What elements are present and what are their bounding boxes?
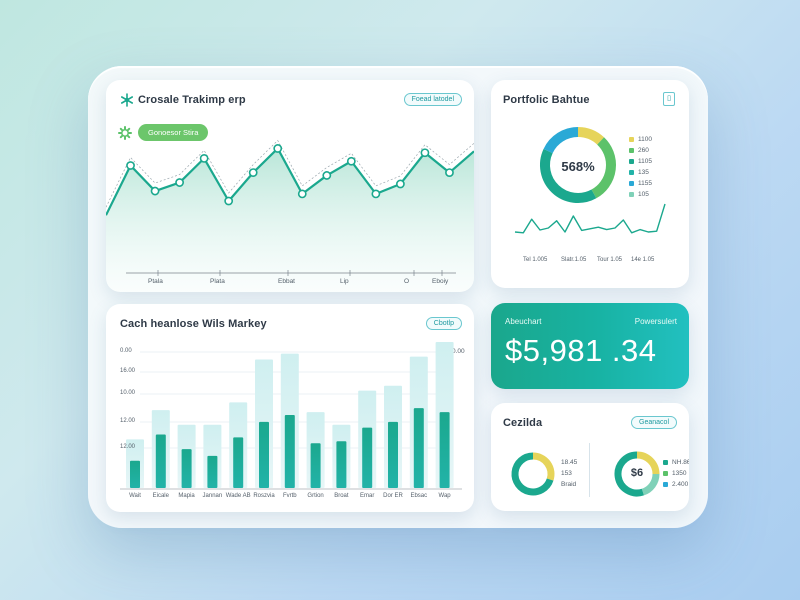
bar-x-tick-label: Grtion [307,493,324,499]
legend-swatch [663,459,668,465]
portfolio-spark-line [514,203,666,234]
trading-data-point[interactable] [248,168,258,177]
bar[interactable] [207,455,218,488]
trading-data-point[interactable] [322,171,332,180]
bar[interactable] [388,421,398,488]
trading-chart-card: Crosale Trakimp erp Foead latodel Gonoes… [106,80,474,292]
bar-x-tick-label: Wap [438,493,451,499]
trading-x-tick-label: Lip [340,278,349,285]
bar-y-tick-label: 16.00 [120,368,136,374]
trading-data-point[interactable] [224,196,234,206]
left-donut-legend-label: 153 [561,470,572,477]
trading-x-tick-label: Plata [210,278,225,285]
bar-x-tick-label: Ebsac [410,493,428,499]
bar[interactable] [362,427,373,488]
bar[interactable] [181,449,192,488]
legend-label: 1350 [672,470,687,477]
trading-data-point[interactable] [371,189,381,199]
bar-x-tick-label: Wait [129,493,141,499]
bar-y-tick-label: 0.00 [120,348,132,354]
bar-x-tick-label: Jannan [202,493,223,499]
trading-data-point[interactable] [175,178,184,187]
divider [589,443,590,497]
trading-data-point[interactable] [346,156,356,166]
legend-label: 2.400 [672,481,689,488]
trading-x-tick-label: Ebbat [278,278,295,285]
right-donut-legend-item: 2.400 [663,481,688,488]
bar[interactable] [439,412,450,488]
bar-x-tick-label: Broat [334,493,349,499]
portfolio-x-tick-label: Tel 1.005 [523,257,548,263]
cezilda-card: Cezilda Geanacol 18.45 153 Braid $6 NH.86 1… [491,403,689,511]
legend-swatch [663,481,668,487]
bar-x-tick-label: Fvrtb [282,493,297,499]
trading-x-tick-label: Ptala [148,278,163,285]
portfolio-x-tick-label: Tour 1.05 [597,257,623,263]
balance-amount: $5,981 .34 [505,333,657,368]
bar[interactable] [155,434,166,488]
bar-x-tick-label: Roszvia [253,493,275,499]
market-bar-chart [120,342,462,490]
bar-y-tick-label: 12.00 [120,418,136,424]
trading-data-point[interactable] [445,168,454,177]
market-bar-card: Cach heanlose Wils Markey Cbotlp 0.00 0.… [106,304,474,512]
balance-label: Abeuchart [505,317,542,326]
portfolio-x-tick-label: Slatr.1.05 [561,257,587,263]
bar[interactable] [259,421,269,488]
left-donut-legend-label: 18.45 [561,459,578,466]
trading-x-tick-label: Eboiy [432,278,449,285]
trading-line-chart [106,139,474,292]
trading-data-point[interactable] [199,154,209,163]
cezilda-left-slice [532,452,555,481]
bar-x-tick-label: Dor ER [383,493,403,499]
cezilda-donut-charts [511,451,660,497]
bar[interactable] [284,415,295,488]
bar[interactable] [413,408,424,488]
bar-y-tick-label: 12.00 [120,444,136,450]
trading-data-point[interactable] [273,144,283,153]
bar[interactable] [310,443,321,488]
trading-data-point[interactable] [420,148,430,158]
bar[interactable] [336,441,347,488]
trading-x-tick-label: O [404,278,410,285]
legend-swatch [663,470,668,476]
portfolio-x-tick-label: 14e 1.05 [631,257,655,263]
right-donut-legend-item: NH.86 [663,459,689,466]
legend-label: NH.86 [672,459,689,466]
trading-data-point[interactable] [150,186,160,196]
portfolio-sparkline [514,203,666,234]
trading-data-point[interactable] [297,189,307,199]
trading-data-point[interactable] [126,161,135,170]
bar-x-tick-label: Mapia [178,493,195,499]
right-donut-legend-item: 1350 [663,470,686,477]
balance-label-right: Powersulert [634,317,677,326]
bar-x-tick-label: Eicale [152,493,169,499]
trading-data-point[interactable] [395,179,405,189]
balance-card: Abeuchart Powersulert $5,981 .34 [491,303,689,389]
bar-y-tick-label: 10.00 [120,390,136,396]
bar-x-tick-label: Emar [360,493,375,499]
left-donut-legend-label: Braid [561,481,577,488]
bar-x-tick-label: Wade AB [225,493,251,499]
bar[interactable] [233,437,244,488]
right-donut-center: $6 [630,467,644,479]
portfolio-card: Portfolic Bahtue ▯ 568% 1100 260 1105 135 11… [491,80,689,288]
bar[interactable] [130,460,140,488]
